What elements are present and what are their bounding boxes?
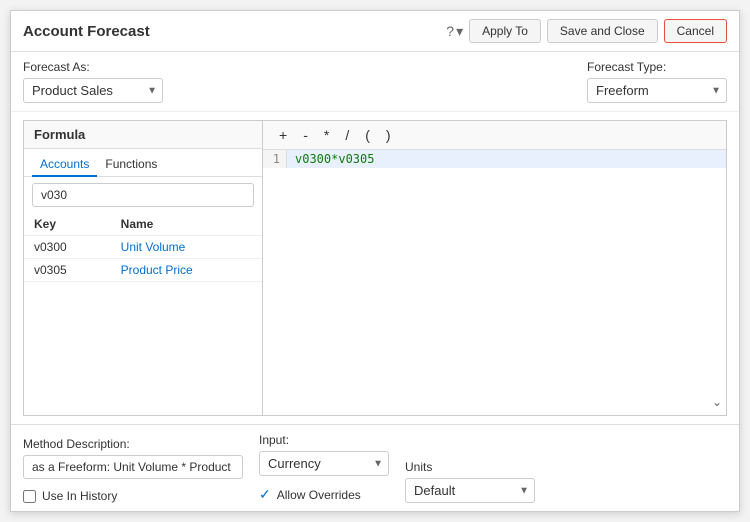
save-close-button[interactable]: Save and Close: [547, 19, 658, 43]
method-description-input[interactable]: [23, 455, 243, 479]
input-select-wrap: Currency Percentage Number ▼: [259, 451, 389, 476]
forecast-as-label: Forecast As:: [23, 60, 163, 74]
operator-close-paren-button[interactable]: ): [382, 125, 395, 145]
row-key: v0305: [24, 259, 111, 282]
forecast-as-select[interactable]: Product Sales Revenue Units: [23, 78, 163, 103]
table-row: v0305 Product Price: [24, 259, 262, 282]
help-button[interactable]: ? ▾: [446, 23, 463, 40]
help-icon: ?: [446, 23, 454, 39]
units-group: Units Default Thousands Millions ▼: [405, 460, 535, 503]
operator-minus-button[interactable]: -: [299, 125, 312, 145]
method-description-label: Method Description:: [23, 437, 243, 451]
modal-title: Account Forecast: [23, 23, 150, 40]
tab-functions[interactable]: Functions: [97, 153, 165, 177]
modal-header: Account Forecast ? ▾ Apply To Save and C…: [11, 11, 739, 52]
operator-divide-button[interactable]: /: [341, 125, 353, 145]
input-select[interactable]: Currency Percentage Number: [259, 451, 389, 476]
line-number-1: 1: [263, 150, 287, 168]
input-group: Input: Currency Percentage Number ▼ ✓ Al…: [259, 433, 389, 503]
operator-plus-button[interactable]: +: [275, 125, 291, 145]
formula-panel-title: Formula: [24, 121, 262, 149]
apply-to-button[interactable]: Apply To: [469, 19, 541, 43]
operator-multiply-button[interactable]: *: [320, 125, 333, 145]
bottom-bar: Method Description: Use In History Input…: [11, 424, 739, 511]
tab-accounts[interactable]: Accounts: [32, 153, 97, 177]
forecast-as-group: Forecast As: Product Sales Revenue Units…: [23, 60, 163, 103]
row-key: v0300: [24, 236, 111, 259]
formula-table: Key Name v0300 Unit Volume v0305 Product…: [24, 213, 262, 282]
forecast-as-select-wrap: Product Sales Revenue Units ▼: [23, 78, 163, 103]
method-description-group: Method Description: Use In History: [23, 437, 243, 503]
units-select-wrap: Default Thousands Millions ▼: [405, 478, 535, 503]
table-row: v0300 Unit Volume: [24, 236, 262, 259]
forecast-type-group: Forecast Type: Freeform Driver Based Dir…: [587, 60, 727, 103]
use-in-history-row: Use In History: [23, 489, 243, 503]
editor-panel: + - * / ( ) 1 v0300*v0305 ⌄: [263, 120, 727, 416]
formula-tabs: Accounts Functions: [24, 149, 262, 177]
units-label: Units: [405, 460, 535, 474]
line-content-1: v0300*v0305: [287, 150, 382, 168]
input-label: Input:: [259, 433, 389, 447]
use-in-history-label[interactable]: Use In History: [42, 489, 117, 503]
allow-overrides-row: ✓ Allow Overrides: [259, 486, 389, 503]
units-select[interactable]: Default Thousands Millions: [405, 478, 535, 503]
cancel-button[interactable]: Cancel: [664, 19, 727, 43]
row-name-link[interactable]: Product Price: [111, 259, 262, 282]
use-in-history-checkbox[interactable]: [23, 490, 36, 503]
editor-area[interactable]: 1 v0300*v0305 ⌄: [263, 150, 726, 415]
forecast-type-select-wrap: Freeform Driver Based Direct Input ▼: [587, 78, 727, 103]
forecast-type-label: Forecast Type:: [587, 60, 727, 74]
main-content: Formula Accounts Functions Key Name v030…: [11, 112, 739, 424]
editor-line-1: 1 v0300*v0305: [263, 150, 726, 168]
col-header-name: Name: [111, 213, 262, 236]
formula-panel: Formula Accounts Functions Key Name v030…: [23, 120, 263, 416]
editor-scroll-icon[interactable]: ⌄: [708, 393, 726, 411]
operator-open-paren-button[interactable]: (: [361, 125, 374, 145]
col-header-key: Key: [24, 213, 111, 236]
formula-search-input[interactable]: [32, 183, 254, 207]
forecast-form-row: Forecast As: Product Sales Revenue Units…: [11, 52, 739, 112]
editor-toolbar: + - * / ( ): [263, 121, 726, 150]
row-name-link[interactable]: Unit Volume: [111, 236, 262, 259]
header-buttons: ? ▾ Apply To Save and Close Cancel: [446, 19, 727, 43]
help-dropdown-icon: ▾: [456, 23, 463, 40]
allow-overrides-check-icon: ✓: [259, 486, 271, 503]
allow-overrides-label: Allow Overrides: [277, 488, 361, 502]
forecast-type-select[interactable]: Freeform Driver Based Direct Input: [587, 78, 727, 103]
